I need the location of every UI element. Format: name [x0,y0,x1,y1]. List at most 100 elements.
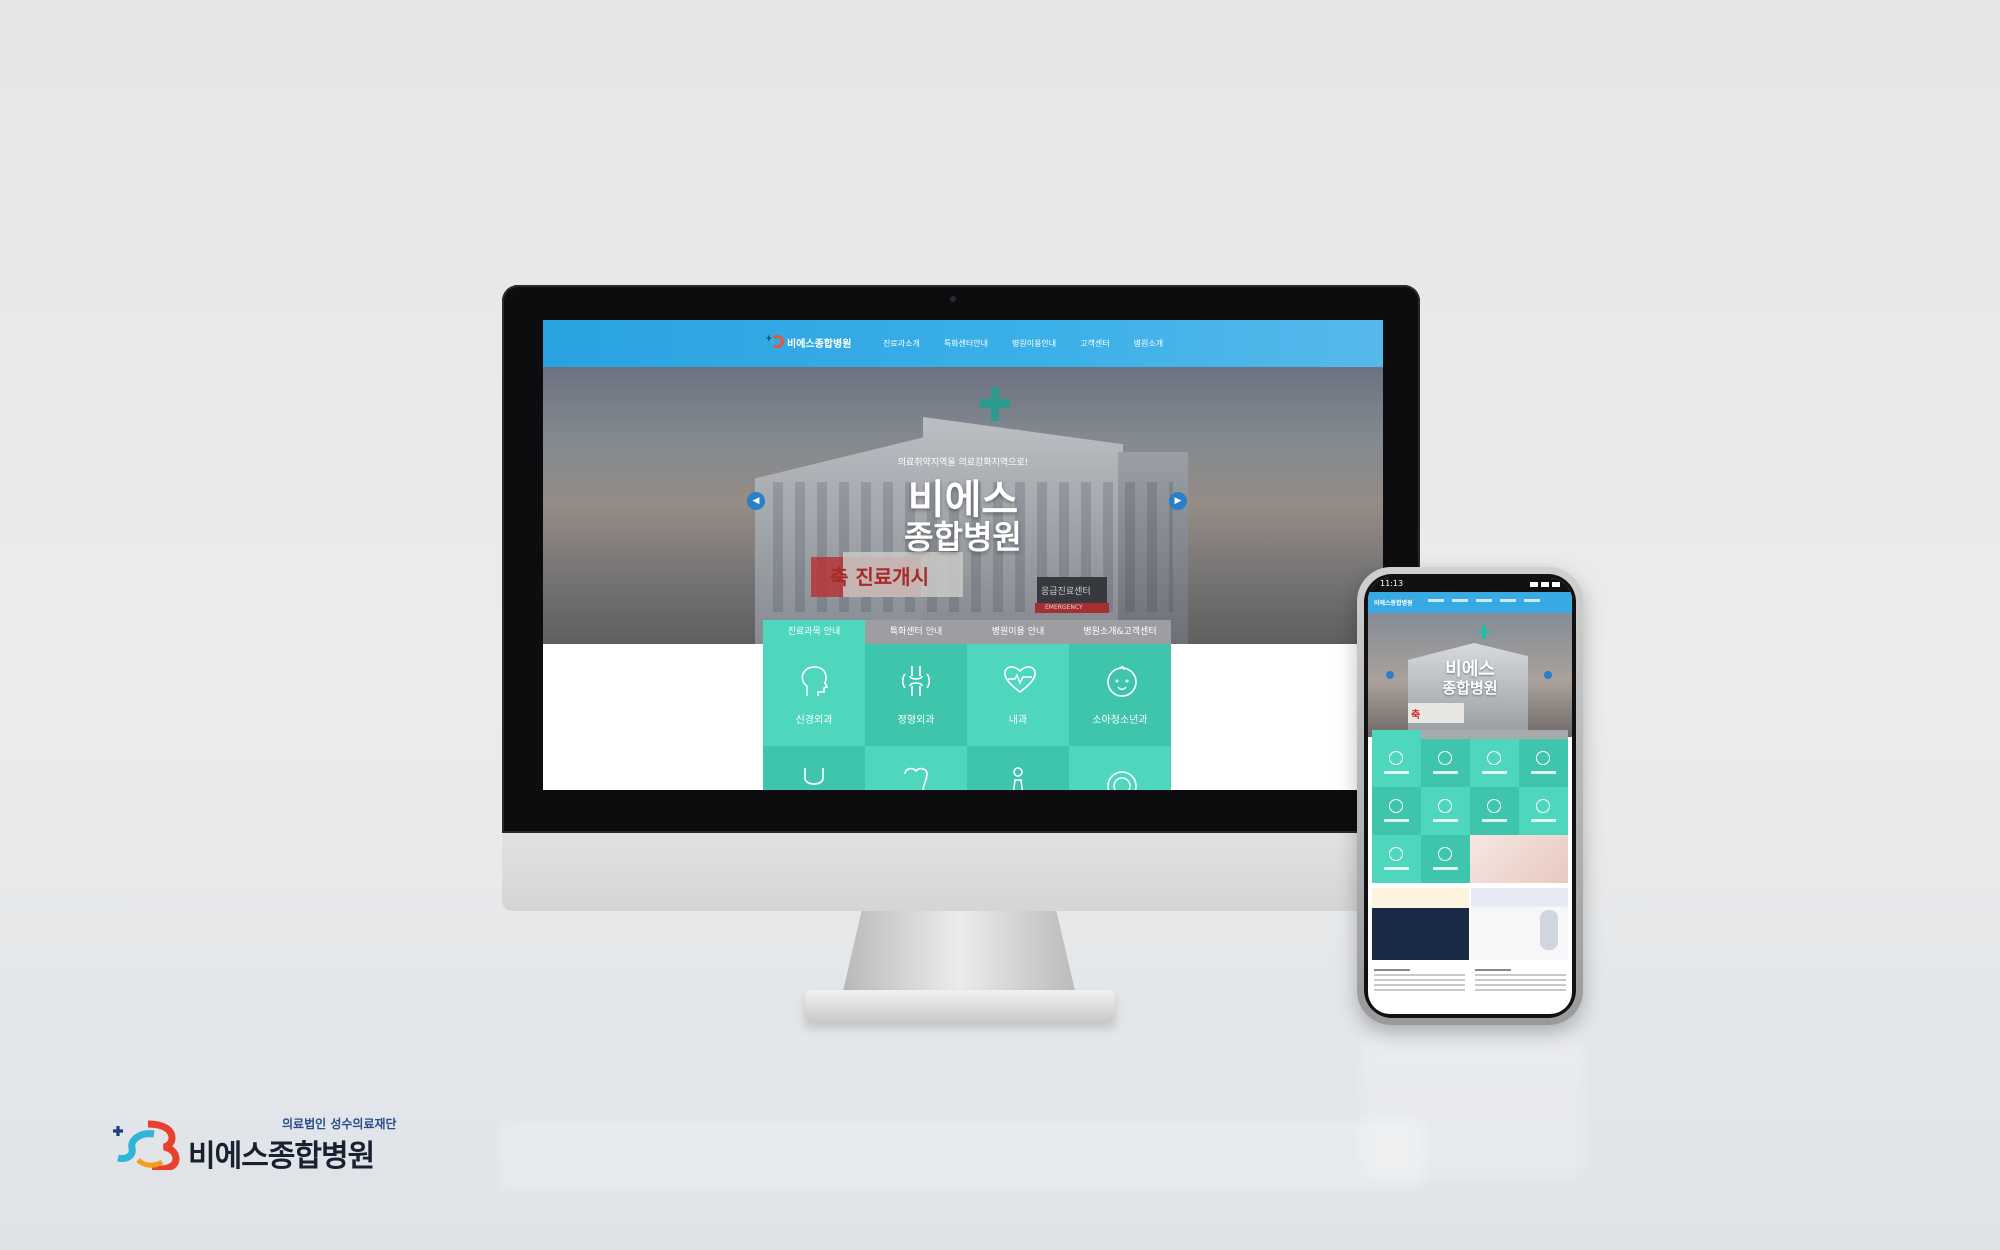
tile-label-bar [1384,771,1409,774]
nav-item-about[interactable]: 병원소개 [1134,338,1163,349]
department-label: 신경외과 [795,715,833,726]
phone-department-tile[interactable] [1421,835,1470,883]
list-heading [1374,969,1411,971]
site-logo[interactable]: + 비에스종합병원 [765,334,851,350]
heart-pulse-icon [1487,751,1501,765]
nav-item-hospital-guide[interactable]: 병원이용안내 [1012,338,1056,349]
chevron-right-icon[interactable] [1544,671,1552,679]
list-line [1475,979,1566,981]
phone-department-tile[interactable] [1372,835,1421,883]
phone-department-tile[interactable] [1372,739,1421,787]
tile-label-bar [1482,819,1507,822]
phone-nav-item[interactable] [1452,599,1468,602]
brand-name: 비에스종합병원 [188,1139,375,1174]
clinic-icon [1389,847,1403,861]
chevron-left-icon[interactable]: ◀ [747,492,765,510]
department-tile-5[interactable] [763,746,865,790]
nav-item-special-centers[interactable]: 특화센터안내 [944,338,988,349]
department-tile-orthopedics[interactable]: 정형외과 [865,644,967,746]
tile-label-bar [1482,771,1507,774]
phone-time: 11:13 [1380,579,1404,588]
ear-icon [1107,771,1137,790]
wifi-icon [1541,582,1549,587]
phone-reflection [1360,1030,1585,1180]
phone-tab[interactable] [1372,730,1421,739]
phone-nav-item[interactable] [1524,599,1540,602]
department-tile-neurosurgery[interactable]: 신경외과 [763,644,865,746]
phone-department-tile[interactable] [1372,787,1421,835]
chevron-right-icon[interactable]: ▶ [1169,492,1187,510]
hospital-logo-icon [113,1120,180,1170]
phone-department-tile[interactable] [1421,739,1470,787]
tab-about-customer[interactable]: 병원소개&고객센터 [1069,620,1171,644]
phone-banners [1372,888,1568,960]
nav-item-departments[interactable]: 진료과소개 [883,338,920,349]
phone-department-tile[interactable] [1421,787,1470,835]
phone-status-bar: 11:13 [1368,578,1572,592]
hero-slider: 축 진료개시 응급진료센터 EMERGENCY 의료취약지역을 의료강화지역으로… [543,367,1383,644]
phone-screen: 11:13 비에스종합병원 축 비에스 종합병원 [1368,578,1572,1014]
tooth-icon [1438,799,1452,813]
department-tile-6[interactable] [865,746,967,790]
baby-face-icon [1536,751,1550,765]
phone-hero-title-line2: 종합병원 [1442,679,1498,697]
monitor-icon [1438,847,1452,861]
phone-department-tile[interactable] [1519,787,1568,835]
chevron-left-icon[interactable] [1386,671,1394,679]
department-tile-8[interactable] [1069,746,1171,790]
department-label: 소아청소년과 [1092,715,1148,726]
hero-title-line2: 종합병원 [904,518,1022,556]
department-tile-pediatrics[interactable]: 소아청소년과 [1069,644,1171,746]
nav-item-customer-center[interactable]: 고객센터 [1080,338,1109,349]
list-line [1475,989,1566,991]
brand-logo: 의료법인 성수의료재단 비에스종합병원 [110,1115,410,1175]
phone-tab[interactable] [1421,730,1470,739]
phone-nav-item[interactable] [1500,599,1516,602]
department-tile-internal-medicine[interactable]: 내과 [967,644,1069,746]
phone-department-tile[interactable] [1470,787,1519,835]
tile-label-bar [1531,771,1556,774]
list-line [1374,989,1465,991]
tile-label-bar [1384,867,1409,870]
list-heading [1475,969,1512,971]
phone-hero-sign-text: 축 [1411,710,1421,721]
tab-special-centers[interactable]: 특화센터 안내 [865,620,967,644]
phone-nav-item[interactable] [1428,599,1444,602]
list-line [1374,984,1465,986]
head-icon [1389,751,1403,765]
joint-icon [1438,751,1452,765]
department-tile-7[interactable] [967,746,1069,790]
phone-nav-item[interactable] [1476,599,1492,602]
phone-tab[interactable] [1519,730,1568,739]
tile-label-bar [1531,819,1556,822]
tile-label-bar [1433,819,1458,822]
monitor-camera [950,296,956,302]
tab-departments[interactable]: 진료과목 안내 [763,620,865,644]
phone-banner-doctor[interactable] [1471,888,1568,960]
phone-notice-lists [1372,964,1568,1012]
phone-site-header: 비에스종합병원 [1368,592,1572,613]
phone-nav [1428,599,1540,602]
hospital-logo-icon: + [765,334,784,350]
phone-notice-list[interactable] [1473,964,1568,1012]
brand-subtitle: 의료법인 성수의료재단 [282,1117,397,1131]
phone-tab[interactable] [1470,730,1519,739]
person-icon [1012,767,1024,790]
phone-quick-tabs [1372,730,1568,739]
tab-hospital-guide[interactable]: 병원이용 안내 [967,620,1069,644]
stethoscope-icon [804,768,824,785]
desktop-screen: + 비에스종합병원 진료과소개 특화센터안내 병원이용안내 고객센터 병원소개 … [543,320,1383,790]
phone-banner-staff[interactable] [1372,888,1469,960]
phone-department-tile[interactable] [1519,739,1568,787]
phone-promo-photo[interactable] [1470,835,1568,883]
phone-hero-sign: 축 [1408,703,1464,723]
site-header: + 비에스종합병원 진료과소개 특화센터안내 병원이용안내 고객센터 병원소개 [543,320,1383,367]
phone-department-tile[interactable] [1470,739,1519,787]
battery-icon [1552,582,1560,587]
main-nav: 진료과소개 특화센터안내 병원이용안내 고객센터 병원소개 [883,338,1163,349]
ear-icon [1536,799,1550,813]
phone-site-logo[interactable]: 비에스종합병원 [1374,598,1413,607]
tooth-icon [904,767,928,790]
phone-notice-list[interactable] [1372,964,1467,1012]
list-line [1475,984,1566,986]
